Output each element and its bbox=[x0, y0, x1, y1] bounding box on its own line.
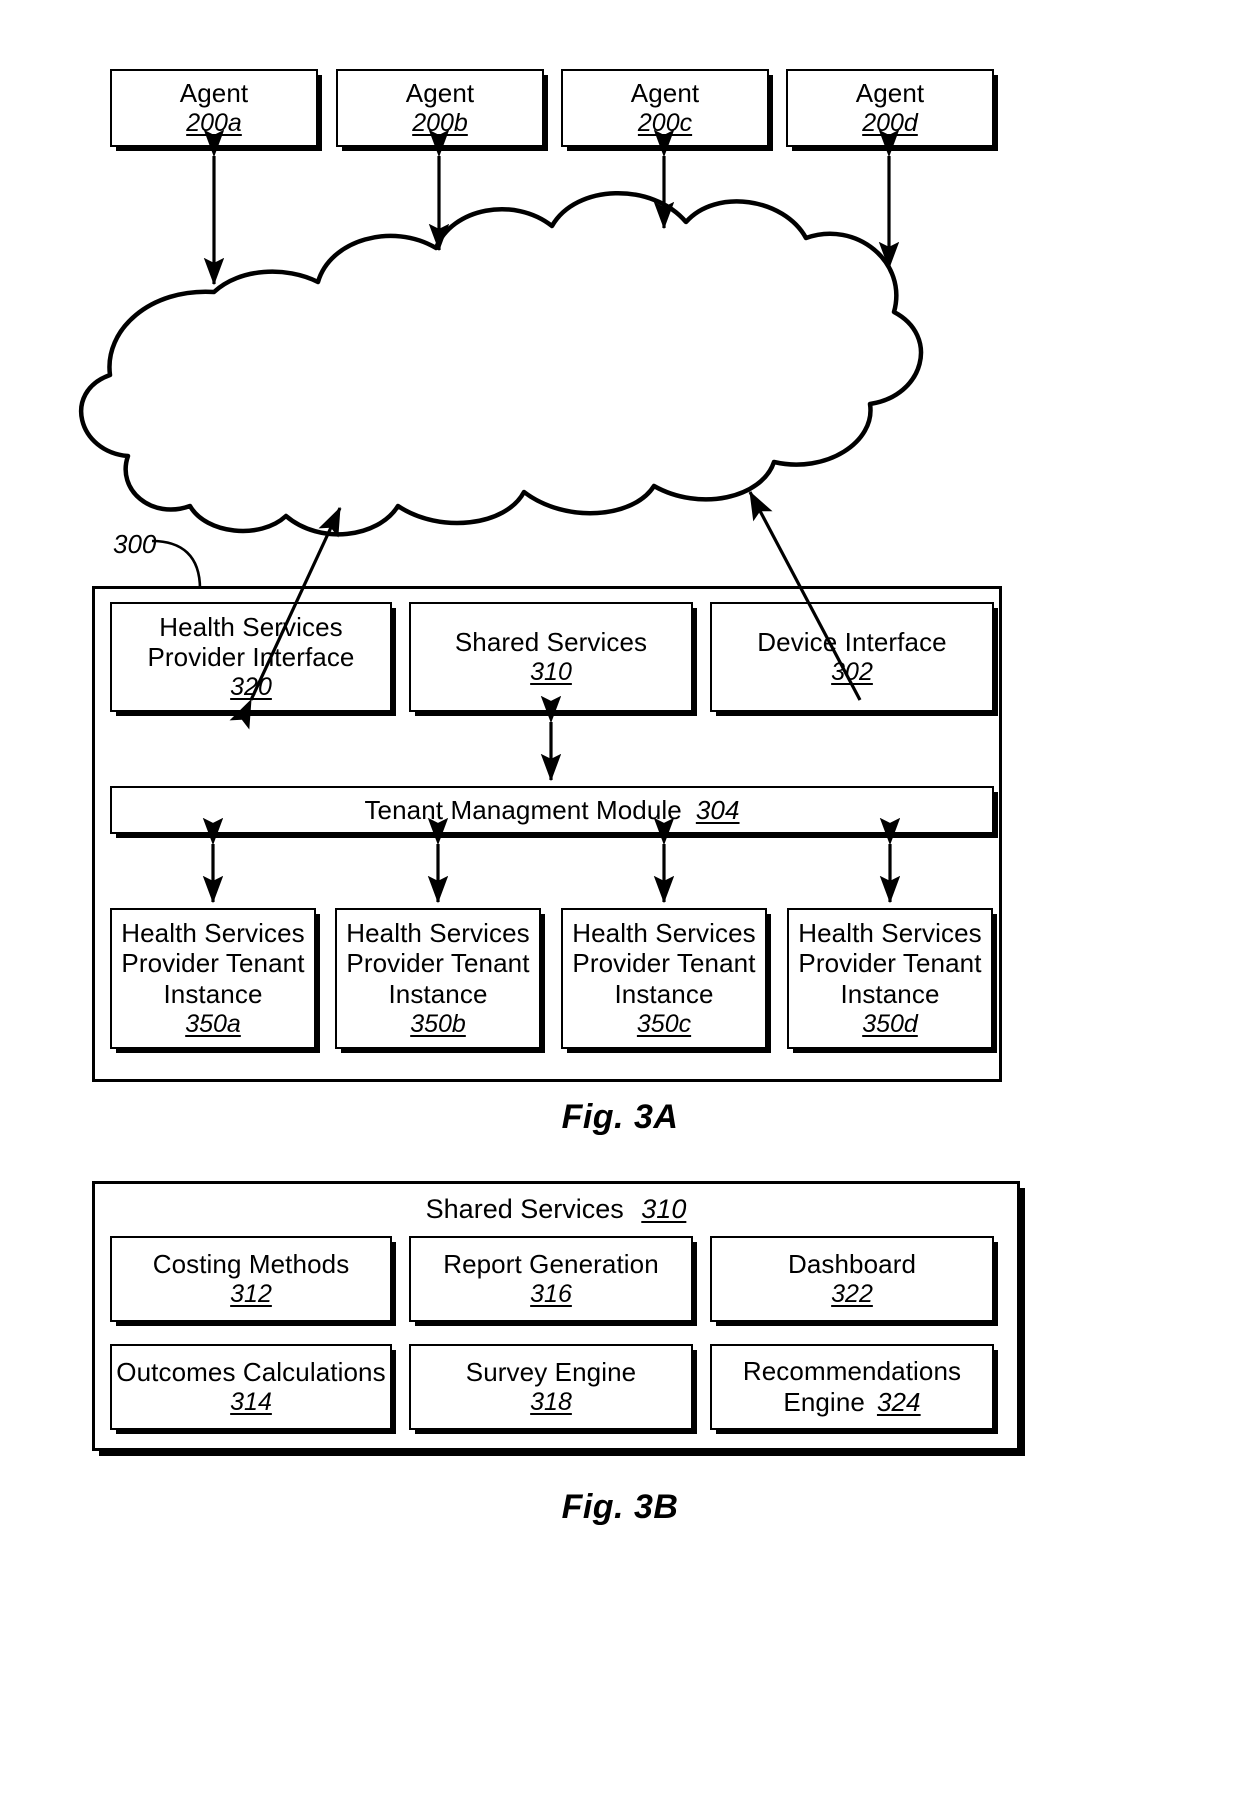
box-ref: 350d bbox=[862, 1009, 918, 1038]
box-ref: 324 bbox=[876, 1387, 921, 1417]
agent-box-200a: Agent 200a bbox=[110, 69, 318, 147]
shared-services-panel-header: Shared Services 310 bbox=[92, 1194, 1020, 1225]
box-label: Outcomes Calculations bbox=[116, 1356, 386, 1387]
device-interface-box: Device Interface 302 bbox=[710, 602, 994, 712]
box-ref: 350c bbox=[636, 1009, 692, 1038]
agent-label: Agent bbox=[855, 77, 925, 108]
patent-figure-sheet: Agent 200a Agent 200b Agent 200c Agent 2… bbox=[0, 0, 1240, 1815]
agent-ref: 200d bbox=[862, 108, 918, 137]
tenant-instance-box-350b: Health Services Provider Tenant Instance… bbox=[335, 908, 541, 1049]
box-ref: 322 bbox=[831, 1279, 873, 1308]
box-ref: 350a bbox=[185, 1009, 241, 1038]
box-ref: 318 bbox=[530, 1387, 572, 1416]
tenant-management-module-box: Tenant Managment Module 304 bbox=[110, 786, 994, 834]
agent-ref: 200c bbox=[637, 108, 693, 137]
figure-3a-caption: Fig. 3A bbox=[561, 1098, 679, 1136]
box-label: Tenant Managment Module bbox=[364, 794, 682, 825]
box-ref: 310 bbox=[530, 657, 572, 686]
network-cloud-label: Network 150 bbox=[0, 345, 1100, 413]
agent-label: Agent bbox=[179, 77, 249, 108]
recommendations-engine-box: Recommendations Engine 324 bbox=[710, 1344, 994, 1430]
box-label: Report Generation bbox=[443, 1248, 659, 1279]
box-ref: 304 bbox=[695, 794, 740, 825]
box-label: Device Interface bbox=[757, 626, 947, 657]
box-label-line1: Recommendations bbox=[742, 1356, 962, 1387]
box-ref: 312 bbox=[230, 1279, 272, 1308]
health-services-provider-interface-box: Health Services Provider Interface 320 bbox=[110, 602, 392, 712]
box-label: Dashboard bbox=[787, 1248, 917, 1279]
tenant-instance-box-350c: Health Services Provider Tenant Instance… bbox=[561, 908, 767, 1049]
box-ref: 302 bbox=[831, 657, 873, 686]
tenant-instance-box-350a: Health Services Provider Tenant Instance… bbox=[110, 908, 316, 1049]
system-callout-300: 300 bbox=[113, 529, 157, 559]
panel-label: Shared Services bbox=[425, 1194, 624, 1224]
box-label: Health Services Provider Interface bbox=[147, 611, 355, 673]
callout-leader-300 bbox=[151, 539, 202, 590]
box-label-line2: Engine 324 bbox=[783, 1387, 920, 1418]
panel-ref: 310 bbox=[641, 1194, 687, 1224]
box-label: Health Services Provider Tenant Instance bbox=[121, 917, 305, 1010]
outcomes-calculations-box: Outcomes Calculations 314 bbox=[110, 1344, 392, 1430]
agent-ref: 200a bbox=[186, 108, 242, 137]
agent-ref: 200b bbox=[412, 108, 468, 137]
agent-box-200d: Agent 200d bbox=[786, 69, 994, 147]
box-label: Health Services Provider Tenant Instance bbox=[346, 917, 530, 1010]
agent-box-200b: Agent 200b bbox=[336, 69, 544, 147]
dashboard-box: Dashboard 322 bbox=[710, 1236, 994, 1322]
box-ref: 314 bbox=[230, 1387, 272, 1416]
costing-methods-box: Costing Methods 312 bbox=[110, 1236, 392, 1322]
box-label: Survey Engine bbox=[465, 1356, 637, 1387]
box-label: Health Services Provider Tenant Instance bbox=[798, 917, 982, 1010]
box-ref: 350b bbox=[410, 1009, 466, 1038]
network-ref: 150 bbox=[527, 379, 573, 410]
agent-label: Agent bbox=[405, 77, 475, 108]
box-label: Shared Services bbox=[454, 626, 648, 657]
shared-services-box: Shared Services 310 bbox=[409, 602, 693, 712]
box-ref: 316 bbox=[530, 1279, 572, 1308]
survey-engine-box: Survey Engine 318 bbox=[409, 1344, 693, 1430]
agent-label: Agent bbox=[630, 77, 700, 108]
report-generation-box: Report Generation 316 bbox=[409, 1236, 693, 1322]
box-label: Health Services Provider Tenant Instance bbox=[572, 917, 756, 1010]
figure-3b-caption: Fig. 3B bbox=[561, 1488, 679, 1526]
tenant-instance-box-350d: Health Services Provider Tenant Instance… bbox=[787, 908, 993, 1049]
agent-box-200c: Agent 200c bbox=[561, 69, 769, 147]
box-label-engine: Engine bbox=[783, 1387, 865, 1417]
network-label: Network bbox=[500, 346, 600, 376]
box-label: Costing Methods bbox=[152, 1248, 350, 1279]
box-ref: 320 bbox=[230, 672, 272, 701]
